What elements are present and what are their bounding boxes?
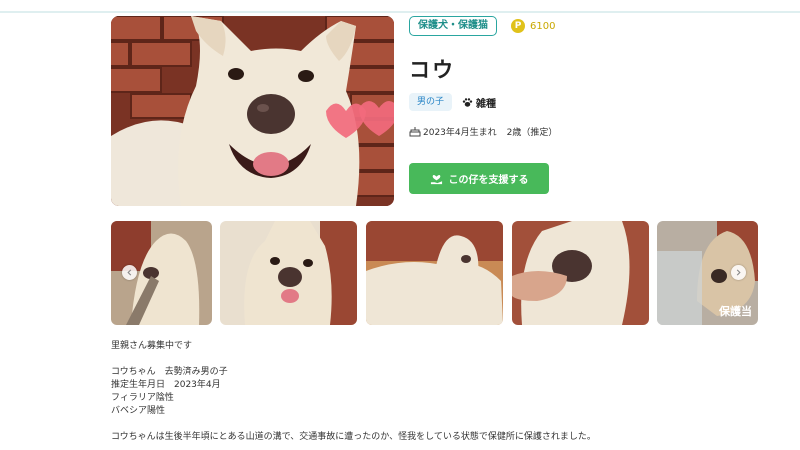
points-coin-icon: P [511, 19, 525, 33]
top-header-bar [0, 0, 800, 13]
rescue-type-badge[interactable]: 保護犬・保護猫 [409, 16, 497, 36]
points-display: P 6100 [511, 19, 555, 33]
description-line: コウちゃんは生後半年頃にとある山道の溝で、交通事故に遭ったのか、怪我をしている状… [111, 432, 596, 442]
chevron-left-icon [127, 269, 132, 276]
dog-age: 2歳（推定） [506, 128, 558, 138]
gallery-thumb-2[interactable] [220, 221, 357, 325]
gallery-prev-button[interactable] [122, 265, 137, 280]
badge-row: 保護犬・保護猫 P 6100 [409, 16, 555, 36]
hand-heart-icon [430, 174, 442, 185]
dog-description: 里親さん募集中です コウちゃん 去勢済み男の子 推定生年月日 2023年4月 フ… [111, 340, 711, 444]
points-value: 6100 [530, 20, 556, 32]
description-line: 里親さん募集中です [111, 341, 193, 351]
tag-row: 男の子 雑種 [409, 93, 496, 111]
breed-label: 雑種 [462, 95, 496, 110]
chevron-right-icon [736, 269, 741, 276]
birth-row: 2023年4月生まれ 2歳（推定） [409, 125, 557, 138]
gallery-watermark: 保護当 [719, 305, 752, 318]
main-dog-photo[interactable] [111, 16, 394, 206]
breed-text: 雑種 [476, 98, 497, 110]
description-line [111, 418, 711, 431]
dog-name: コウ [409, 58, 457, 82]
description-line: バベシア陽性 [111, 406, 166, 416]
dog-info-panel: 保護犬・保護猫 P 6100 コウ 男の子 雑種 2023年4月生まれ 2歳（推… [409, 16, 779, 216]
description-line: フィラリア陰性 [111, 393, 174, 403]
gallery-next-button[interactable] [731, 265, 746, 280]
description-line [111, 353, 711, 366]
support-button-label: この仔を支援する [448, 175, 529, 186]
description-line: 推定生年月日 2023年4月 [111, 380, 221, 390]
birthday-cake-icon [409, 127, 421, 137]
sex-tag: 男の子 [409, 93, 453, 111]
support-button[interactable]: この仔を支援する [409, 163, 549, 194]
paw-icon [462, 97, 473, 107]
birth-date: 2023年4月生まれ [423, 128, 497, 138]
gallery-thumb-4[interactable] [512, 221, 649, 325]
gallery-thumb-3[interactable] [366, 221, 503, 325]
description-line: コウちゃん 去勢済み男の子 [111, 367, 228, 377]
photo-gallery: 保護当 [111, 221, 758, 325]
